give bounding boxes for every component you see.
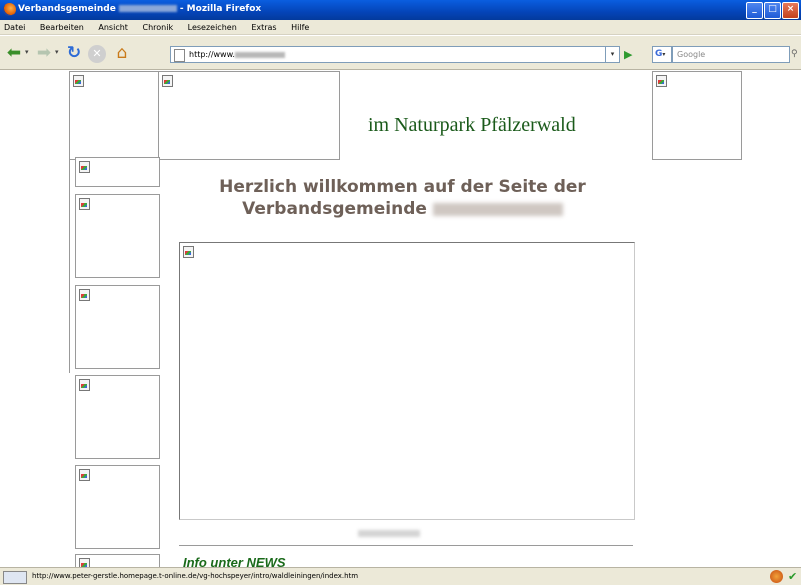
url-dropdown-icon[interactable]: ▾ bbox=[606, 46, 620, 63]
back-arrow-icon[interactable]: ⬅ bbox=[4, 43, 24, 63]
back-dropdown-icon[interactable]: ▾ bbox=[25, 48, 29, 56]
address-bar[interactable]: http://www. bbox=[170, 46, 606, 63]
title-suffix: - Mozilla Firefox bbox=[179, 4, 262, 14]
menu-datei[interactable]: Datei bbox=[4, 20, 25, 35]
broken-image-icon bbox=[183, 246, 194, 258]
broken-image-icon bbox=[79, 558, 90, 567]
page-headline: im Naturpark Pfälzerwald bbox=[368, 114, 576, 136]
minimize-button[interactable]: _ bbox=[746, 2, 763, 19]
navigation-toolbar: ⬅ ▾ ➡ ▾ ↻ ✕ ⌂ http://www. ▾ ▶ G▾ Google … bbox=[0, 36, 801, 70]
url-text: http://www. bbox=[189, 50, 235, 59]
home-icon[interactable]: ⌂ bbox=[112, 43, 132, 63]
menu-lesezeichen[interactable]: Lesezeichen bbox=[188, 20, 237, 35]
window-controls: _ □ × bbox=[745, 2, 799, 19]
go-arrow-icon[interactable]: ▶ bbox=[624, 46, 638, 63]
broken-image-icon bbox=[656, 75, 667, 87]
title-prefix: Verbandsgemeinde bbox=[18, 4, 116, 14]
nav-image-3[interactable] bbox=[75, 285, 160, 369]
page-content: im Naturpark Pfälzerwald Herzlich willko… bbox=[0, 71, 801, 567]
image-placeholder-top-left bbox=[69, 71, 161, 160]
welcome-line-1: Herzlich willkommen auf der Seite der bbox=[219, 177, 586, 197]
broken-image-icon bbox=[79, 198, 90, 210]
security-check-icon: ✔ bbox=[788, 570, 798, 583]
window-titlebar: Verbandsgemeinde - Mozilla Firefox _ □ × bbox=[0, 0, 801, 20]
menu-ansicht[interactable]: Ansicht bbox=[98, 20, 128, 35]
broken-image-icon bbox=[73, 75, 84, 87]
forward-dropdown-icon[interactable]: ▾ bbox=[55, 48, 59, 56]
image-placeholder-top-banner bbox=[158, 71, 340, 160]
menu-hilfe[interactable]: Hilfe bbox=[291, 20, 309, 35]
window-title: Verbandsgemeinde - Mozilla Firefox bbox=[18, 4, 261, 14]
search-icon[interactable]: ⚲ bbox=[791, 46, 801, 63]
nav-image-6[interactable] bbox=[75, 554, 160, 567]
nav-image-4[interactable] bbox=[75, 375, 160, 459]
nav-image-5[interactable] bbox=[75, 465, 160, 549]
close-button[interactable]: × bbox=[782, 2, 799, 19]
redacted-caption-blur bbox=[358, 530, 420, 537]
welcome-line-2-text: Verbandsgemeinde bbox=[242, 199, 427, 219]
menu-extras[interactable]: Extras bbox=[251, 20, 276, 35]
main-image-placeholder bbox=[179, 242, 635, 520]
status-url: http://www.peter-gerstle.homepage.t-onli… bbox=[32, 572, 359, 580]
forward-arrow-icon[interactable]: ➡ bbox=[34, 43, 54, 63]
addon-icon[interactable] bbox=[770, 570, 783, 583]
redacted-name-blur bbox=[432, 202, 563, 216]
status-bar: http://www.peter-gerstle.homepage.t-onli… bbox=[0, 567, 801, 585]
redacted-title-blur bbox=[118, 5, 177, 12]
broken-image-icon bbox=[79, 379, 90, 391]
maximize-button[interactable]: □ bbox=[764, 2, 781, 19]
welcome-heading: Herzlich willkommen auf der Seite der Ve… bbox=[180, 176, 625, 220]
status-icon bbox=[3, 571, 27, 584]
broken-image-icon bbox=[79, 161, 90, 173]
nav-image-1[interactable] bbox=[75, 157, 160, 187]
broken-image-icon bbox=[79, 289, 90, 301]
welcome-line-2: Verbandsgemeinde bbox=[180, 198, 625, 220]
image-placeholder-top-right bbox=[652, 71, 742, 160]
menu-bearbeiten[interactable]: Bearbeiten bbox=[40, 20, 84, 35]
nav-image-2[interactable] bbox=[75, 194, 160, 278]
news-link[interactable]: Info unter NEWS bbox=[183, 555, 286, 567]
menu-bar: Datei Bearbeiten Ansicht Chronik Lesezei… bbox=[0, 20, 801, 35]
firefox-icon bbox=[3, 3, 16, 16]
reload-icon[interactable]: ↻ bbox=[64, 43, 84, 63]
stop-icon[interactable]: ✕ bbox=[88, 45, 106, 63]
broken-image-icon bbox=[162, 75, 173, 87]
menu-chronik[interactable]: Chronik bbox=[142, 20, 173, 35]
search-engine-selector[interactable]: G▾ bbox=[652, 46, 672, 63]
redacted-url-blur bbox=[234, 51, 285, 58]
page-icon bbox=[174, 49, 185, 62]
horizontal-rule bbox=[179, 545, 633, 546]
broken-image-icon bbox=[79, 469, 90, 481]
left-divider bbox=[69, 157, 70, 373]
search-input[interactable]: Google bbox=[672, 46, 790, 63]
